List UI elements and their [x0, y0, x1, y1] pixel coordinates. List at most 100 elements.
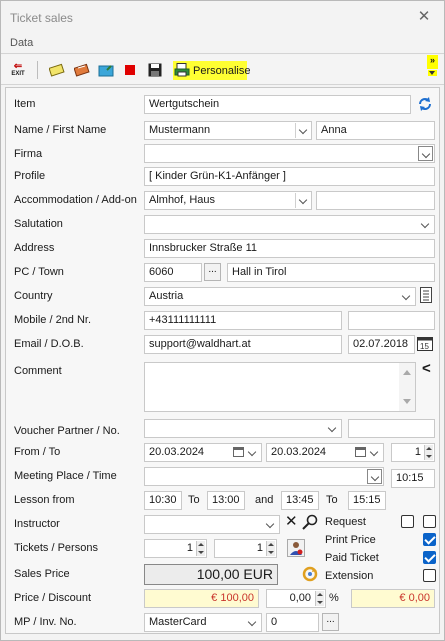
voucher-no-field[interactable]: [348, 419, 435, 438]
label-instructor: Instructor: [14, 518, 60, 530]
person-card-icon[interactable]: [287, 539, 305, 557]
toolbar-overflow-icon[interactable]: »: [427, 55, 438, 69]
new-ticket-button[interactable]: [48, 61, 66, 79]
country-value: Austria: [149, 290, 184, 302]
days-stepper[interactable]: 1: [391, 443, 435, 462]
comment-textarea[interactable]: [144, 362, 416, 412]
persons-stepper[interactable]: 1: [214, 539, 277, 558]
chevron-down-icon[interactable]: [418, 146, 433, 161]
chevron-down-icon[interactable]: [295, 123, 310, 138]
calendar-icon: [355, 447, 366, 457]
spinner-icon[interactable]: [424, 445, 433, 460]
address-field[interactable]: Innsbrucker Straße 11: [144, 239, 435, 258]
salutation-field[interactable]: [144, 215, 435, 234]
date-picker-button[interactable]: [232, 445, 245, 460]
search-icon[interactable]: [302, 514, 318, 530]
collapse-arrow-icon[interactable]: <: [422, 360, 431, 377]
scroll-down-icon[interactable]: [403, 399, 411, 404]
discount-amount-field[interactable]: € 0,00: [351, 589, 435, 608]
toolbar-dropdown-icon[interactable]: [428, 70, 437, 76]
spinner-icon[interactable]: [315, 591, 324, 606]
scroll-up-icon[interactable]: [403, 370, 411, 375]
label-email: Email / D.O.B.: [14, 338, 84, 350]
addon-field[interactable]: [316, 191, 435, 210]
instructor-field[interactable]: [144, 515, 280, 534]
stop-button[interactable]: [123, 61, 137, 79]
postcode-lookup-button[interactable]: ...: [204, 263, 221, 281]
currency-refresh-icon[interactable]: [302, 566, 318, 582]
lesson-1-start-field[interactable]: 10:30: [144, 491, 182, 510]
chevron-down-icon[interactable]: [399, 289, 414, 304]
item-field[interactable]: Wertgutschein: [144, 95, 411, 114]
meeting-time-field[interactable]: 10:15: [391, 469, 435, 488]
label-profile: Profile: [14, 170, 46, 182]
lesson-1-end-field[interactable]: 13:00: [207, 491, 245, 510]
first-name-field[interactable]: Anna: [316, 121, 435, 140]
invoice-lookup-button[interactable]: ...: [322, 613, 339, 631]
menu-data[interactable]: Data: [10, 37, 33, 49]
chevron-down-icon[interactable]: [325, 421, 340, 436]
title-bar: Ticket sales ✕: [1, 1, 444, 33]
extension-label: Extension: [325, 570, 374, 582]
spinner-icon[interactable]: [196, 541, 205, 556]
to-date-field[interactable]: 20.03.2024: [266, 443, 384, 462]
folder-button[interactable]: [97, 61, 115, 79]
discount-stepper[interactable]: 0,00: [266, 589, 326, 608]
town-field[interactable]: Hall in Tirol: [227, 263, 435, 282]
mobile-field[interactable]: +43111111111: [144, 311, 342, 330]
document-list-icon[interactable]: [420, 287, 432, 303]
second-nr-field[interactable]: [348, 311, 435, 330]
tickets-value: 1: [186, 542, 193, 554]
tickets-button[interactable]: [73, 61, 91, 79]
label-pc-town: PC / Town: [14, 266, 64, 278]
refresh-icon[interactable]: [417, 96, 433, 112]
country-field[interactable]: Austria: [144, 287, 416, 306]
print-price-checkbox[interactable]: [423, 533, 436, 546]
chevron-down-icon[interactable]: [367, 445, 382, 460]
personalise-button[interactable]: Personalise: [173, 61, 250, 80]
voucher-partner-field[interactable]: [144, 419, 342, 438]
save-icon: [148, 63, 162, 77]
chevron-down-icon[interactable]: [245, 615, 260, 630]
lesson-2-end-field[interactable]: 15:15: [348, 491, 386, 510]
label-item: Item: [14, 98, 36, 110]
from-date-field[interactable]: 20.03.2024: [144, 443, 262, 462]
clear-icon[interactable]: ✕: [285, 512, 298, 530]
profile-field[interactable]: [ Kinder Grün-K1-Anfänger ]: [144, 167, 435, 186]
last-name-field[interactable]: Mustermann: [144, 121, 312, 140]
tickets-stepper[interactable]: 1: [144, 539, 207, 558]
request-checkbox[interactable]: [401, 515, 414, 528]
firma-field[interactable]: [144, 144, 435, 163]
request-checkbox-2[interactable]: [423, 515, 436, 528]
lesson-2-start-field[interactable]: 13:45: [281, 491, 319, 510]
date-picker-button[interactable]: [354, 445, 367, 460]
save-button[interactable]: [147, 61, 163, 79]
label-firma: Firma: [14, 148, 43, 160]
exit-button[interactable]: ⇐ EXIT: [9, 61, 27, 79]
comment-scrollbar[interactable]: [399, 363, 415, 411]
calendar-icon[interactable]: 15: [417, 336, 433, 352]
chevron-down-icon[interactable]: [245, 445, 260, 460]
exit-arrow-icon: ⇐: [13, 61, 23, 72]
meeting-place-field[interactable]: [144, 467, 384, 486]
chevron-down-icon[interactable]: [263, 517, 278, 532]
chevron-down-icon[interactable]: [295, 193, 310, 208]
chevron-down-icon[interactable]: [418, 217, 433, 232]
price-field[interactable]: € 100,00: [144, 589, 259, 608]
payment-method-field[interactable]: MasterCard: [144, 613, 262, 632]
folder-icon: [98, 65, 114, 77]
invoice-no-field[interactable]: 0: [266, 613, 319, 632]
accommodation-field[interactable]: Almhof, Haus: [144, 191, 312, 210]
postcode-field[interactable]: 6060: [144, 263, 202, 282]
close-icon[interactable]: ✕: [410, 6, 438, 28]
extension-checkbox[interactable]: [423, 569, 436, 582]
dob-field[interactable]: 02.07.2018: [348, 335, 415, 354]
paid-ticket-checkbox[interactable]: [423, 551, 436, 564]
spinner-icon[interactable]: [266, 541, 275, 556]
window-title: Ticket sales: [10, 11, 73, 25]
email-field[interactable]: support@waldhart.at: [144, 335, 342, 354]
sales-price-display: 100,00 EUR: [144, 564, 278, 585]
chevron-down-icon[interactable]: [367, 469, 382, 484]
label-and: and: [255, 494, 274, 506]
print-price-label: Print Price: [325, 534, 376, 546]
